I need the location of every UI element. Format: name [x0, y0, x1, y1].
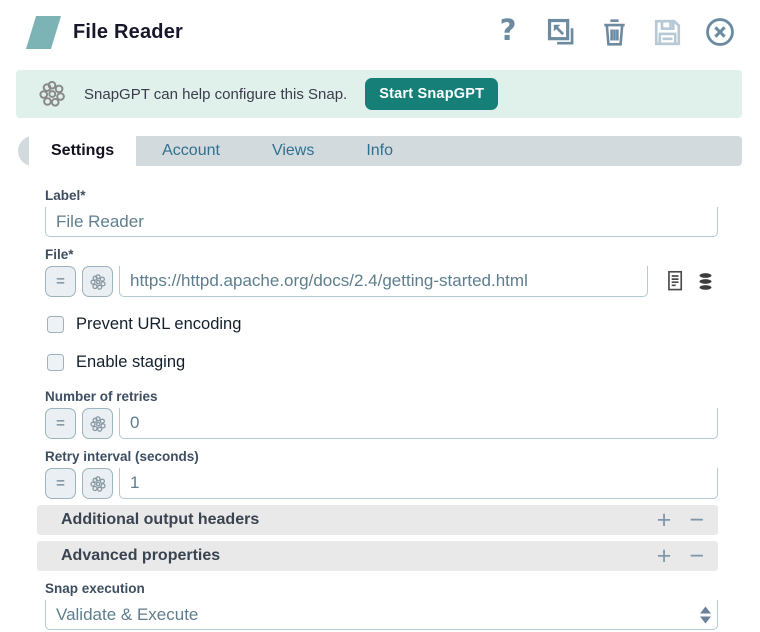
tab-views[interactable]: Views [246, 136, 340, 166]
snap-execution-label: Snap execution [45, 581, 145, 596]
advanced-properties-section[interactable]: Advanced properties + − [37, 541, 718, 571]
retries-input[interactable] [119, 408, 718, 439]
label-field-label: Label* [45, 188, 86, 203]
snapgpt-molecule-icon [36, 78, 68, 110]
additional-output-headers-section[interactable]: Additional output headers + − [37, 505, 718, 535]
start-snapgpt-button[interactable]: Start SnapGPT [365, 78, 499, 110]
add-row-icon[interactable]: + [657, 543, 672, 569]
snap-logo-icon [25, 15, 62, 49]
checkbox-label: Enable staging [76, 352, 186, 371]
header-actions: ? [490, 14, 738, 50]
checkbox-label: Prevent URL encoding [76, 314, 242, 333]
document-suggest-icon[interactable] [664, 269, 686, 294]
tab-account[interactable]: Account [136, 136, 246, 166]
expression-toggle-button[interactable]: = [45, 468, 76, 499]
snapgpt-field-button[interactable] [82, 266, 113, 297]
file-input[interactable] [119, 266, 648, 297]
retry-interval-field-label: Retry interval (seconds) [45, 449, 199, 464]
settings-form: Label* File* = [0, 166, 760, 630]
dialog-header: File Reader ? [0, 0, 760, 50]
tab-settings[interactable]: Settings [29, 136, 137, 166]
close-icon[interactable] [702, 14, 738, 50]
snap-settings-dialog: File Reader ? SnapGPT can help configure… [0, 0, 760, 632]
file-field-icons [654, 266, 718, 297]
file-field-label: File* [45, 247, 74, 262]
prevent-url-encoding-row[interactable]: Prevent URL encoding [47, 313, 718, 335]
section-title: Additional output headers [61, 511, 260, 528]
tab-info[interactable]: Info [340, 136, 419, 166]
page-title: File Reader [73, 20, 184, 43]
snap-execution-value: Validate & Execute [56, 604, 199, 624]
tab-bar: Settings Account Views Info [18, 136, 742, 166]
label-input[interactable] [45, 207, 718, 237]
delete-icon[interactable] [596, 14, 632, 50]
section-title: Advanced properties [61, 547, 221, 564]
prevent-url-encoding-checkbox[interactable] [47, 315, 64, 333]
remove-row-icon[interactable]: − [689, 507, 704, 533]
snapgpt-banner: SnapGPT can help configure this Snap. St… [16, 70, 742, 118]
save-icon[interactable] [649, 14, 685, 50]
expression-toggle-button[interactable]: = [45, 408, 76, 439]
retry-interval-input[interactable] [119, 468, 718, 499]
snapgpt-field-button[interactable] [82, 468, 113, 499]
snap-execution-select[interactable]: Validate & Execute [45, 600, 718, 630]
database-browse-icon[interactable] [695, 270, 716, 294]
retry-interval-field-row: = [45, 468, 718, 499]
retries-field-row: = [45, 408, 718, 439]
remove-row-icon[interactable]: − [689, 543, 704, 569]
open-popup-icon[interactable] [543, 14, 579, 50]
snapgpt-message: SnapGPT can help configure this Snap. [84, 85, 348, 103]
expression-toggle-button[interactable]: = [45, 266, 76, 297]
help-icon[interactable]: ? [490, 14, 526, 50]
enable-staging-checkbox[interactable] [47, 353, 64, 371]
add-row-icon[interactable]: + [657, 507, 672, 533]
select-spinner-icon[interactable] [700, 606, 711, 623]
file-field-row: = [45, 266, 718, 297]
enable-staging-row[interactable]: Enable staging [47, 351, 718, 373]
snapgpt-field-button[interactable] [82, 408, 113, 439]
retries-field-label: Number of retries [45, 389, 158, 404]
